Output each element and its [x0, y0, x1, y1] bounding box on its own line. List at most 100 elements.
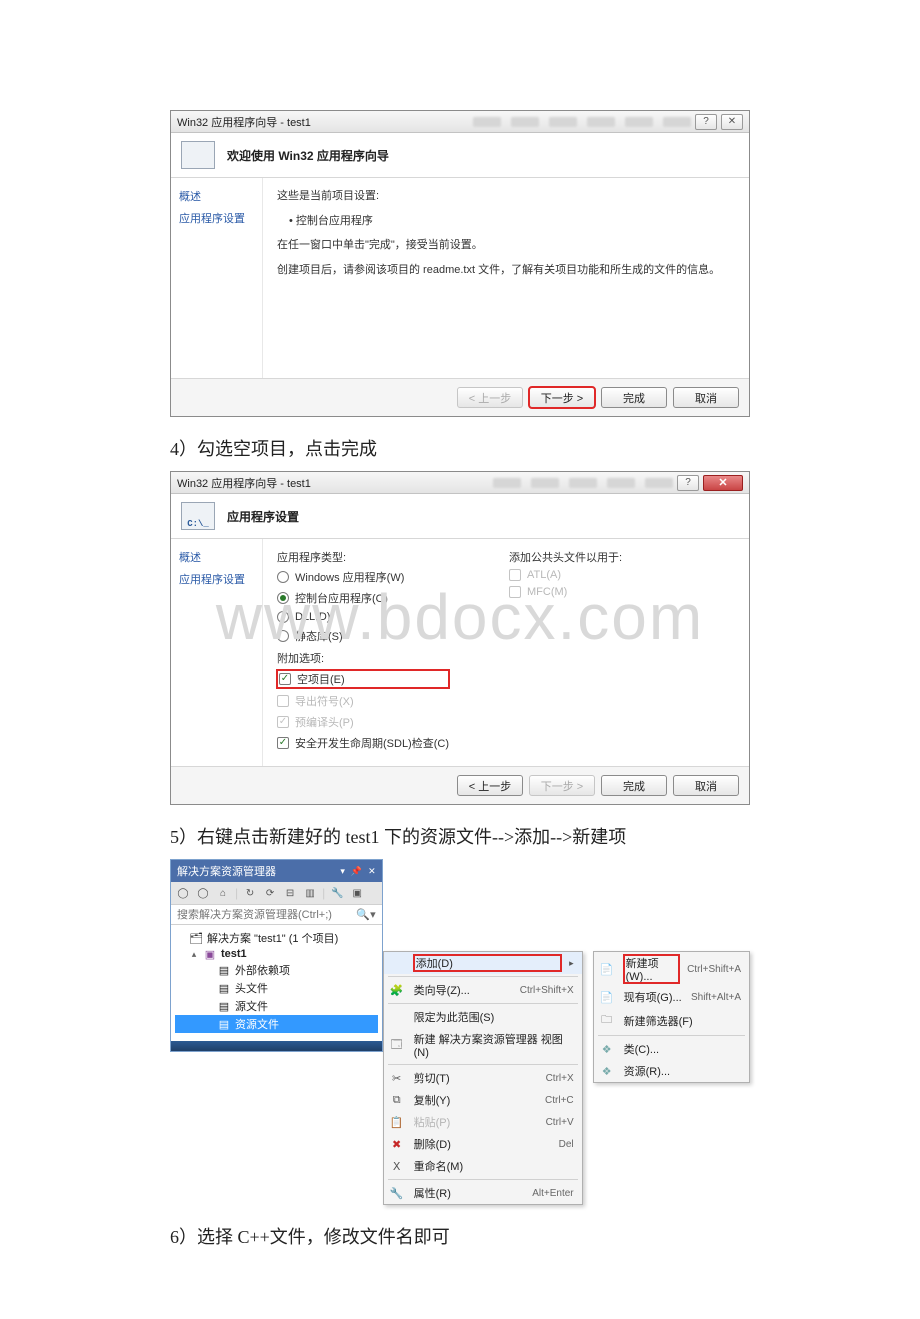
sidebar-overview[interactable]: 概述: [179, 188, 254, 204]
window-title: Win32 应用程序向导 - test1: [177, 114, 311, 130]
titlebar-blur: [607, 478, 635, 488]
menu-add[interactable]: 添加(D)▸: [384, 952, 582, 974]
left-col: 应用程序类型: Windows 应用程序(W) 控制台应用程序(O) DLL(D…: [277, 549, 449, 756]
collapse-icon[interactable]: ⊟: [282, 885, 298, 901]
wizard-dialog-settings: Win32 应用程序向导 - test1 ? ✕ C:\_ 应用程序设置 概述 …: [170, 471, 750, 805]
menu-cut[interactable]: ✂剪切(T)Ctrl+X: [384, 1067, 582, 1089]
help-button[interactable]: ?: [695, 114, 717, 130]
titlebar-blur: [549, 117, 577, 127]
wizard-dialog-welcome: Win32 应用程序向导 - test1 ? ✕ 欢迎使用 Win32 应用程序…: [170, 110, 750, 417]
context-menu-add-submenu: 📄新建项(W)...Ctrl+Shift+A 📄现有项(G)...Shift+A…: [593, 951, 750, 1083]
close-button[interactable]: ✕: [703, 475, 743, 491]
menu-copy[interactable]: ⧉复制(Y)Ctrl+C: [384, 1089, 582, 1111]
prev-button[interactable]: < 上一步: [457, 775, 523, 796]
step-6-caption: 6）选择 C++文件，修改文件名即可: [170, 1223, 750, 1249]
sidebar-overview[interactable]: 概述: [179, 549, 254, 565]
panel-toolbar: ◯ ◯ ⌂ | ↻ ⟳ ⊟ ▥ | 🔧 ▣: [171, 882, 382, 904]
checkbox-precompiled-header: ✓预编译头(P): [277, 714, 449, 730]
radio-console-app[interactable]: 控制台应用程序(O): [277, 590, 449, 606]
step-5-caption: 5）右键点击新建好的 test1 下的资源文件-->添加-->新建项: [170, 823, 750, 849]
home-icon[interactable]: ⌂: [215, 885, 231, 901]
sidebar-app-settings[interactable]: 应用程序设置: [179, 210, 254, 226]
menu-new-filter[interactable]: 🗀新建筛选器(F): [594, 1008, 749, 1033]
tree-sources[interactable]: ▤源文件: [175, 997, 378, 1015]
search-icon[interactable]: 🔍▾: [356, 908, 375, 921]
wizard-icon: [181, 141, 215, 169]
menu-resource[interactable]: ❖资源(R)...: [594, 1060, 749, 1082]
dialog-header: C:\_ 应用程序设置: [171, 494, 749, 539]
tree-resources[interactable]: ▤资源文件: [175, 1015, 378, 1033]
sync-icon[interactable]: ↻: [242, 885, 258, 901]
dialog-header: 欢迎使用 Win32 应用程序向导: [171, 133, 749, 178]
tree-solution[interactable]: 🗂解决方案 "test1" (1 个项目): [175, 929, 378, 947]
titlebar: Win32 应用程序向导 - test1 ? ✕: [171, 472, 749, 494]
checkbox-sdl[interactable]: ✓安全开发生命周期(SDL)检查(C): [277, 735, 449, 751]
radio-dll[interactable]: DLL(D): [277, 611, 449, 623]
finish-button[interactable]: 完成: [601, 387, 667, 408]
radio-windows-app[interactable]: Windows 应用程序(W): [277, 569, 449, 585]
solution-explorer-panel: 解决方案资源管理器 ▾ 📌 ✕ ◯ ◯ ⌂ | ↻ ⟳ ⊟ ▥ | 🔧 ▣ 🔍▾: [170, 859, 383, 1052]
panel-title: 解决方案资源管理器 ▾ 📌 ✕: [171, 860, 382, 882]
cancel-button[interactable]: 取消: [673, 775, 739, 796]
back-icon[interactable]: ◯: [175, 885, 191, 901]
console-icon: C:\_: [181, 502, 215, 530]
sidebar-app-settings[interactable]: 应用程序设置: [179, 571, 254, 587]
checkbox-empty-project[interactable]: ✓空项目(E): [277, 670, 449, 688]
titlebar-blur: [587, 117, 615, 127]
tree-project[interactable]: ▴▣test1: [175, 947, 378, 961]
menu-class[interactable]: ❖类(C)...: [594, 1038, 749, 1060]
menu-new-item[interactable]: 📄新建项(W)...Ctrl+Shift+A: [594, 952, 749, 986]
dialog-sidebar: 概述 应用程序设置: [171, 539, 263, 766]
panel-edge: [171, 1041, 382, 1051]
titlebar-blur: [663, 117, 691, 127]
context-menu-primary: 添加(D)▸ 🧩类向导(Z)...Ctrl+Shift+X 限定为此范围(S) …: [383, 951, 583, 1205]
menu-new-sln-view[interactable]: 🗔新建 解决方案资源管理器 视图(N): [384, 1028, 582, 1062]
menu-scope[interactable]: 限定为此范围(S): [384, 1006, 582, 1028]
checkbox-export-symbols: 导出符号(X): [277, 693, 449, 709]
app-type-label: 应用程序类型:: [277, 549, 449, 565]
dialog-content: 应用程序类型: Windows 应用程序(W) 控制台应用程序(O) DLL(D…: [263, 539, 749, 766]
showall-icon[interactable]: ▥: [302, 885, 318, 901]
menu-existing-item[interactable]: 📄现有项(G)...Shift+Alt+A: [594, 986, 749, 1008]
content-line: 创建项目后，请参阅该项目的 readme.txt 文件，了解有关项目功能和所生成…: [277, 262, 735, 279]
cancel-button[interactable]: 取消: [673, 387, 739, 408]
content-line: 这些是当前项目设置:: [277, 188, 735, 205]
dialog-sidebar: 概述 应用程序设置: [171, 178, 263, 378]
dialog-content: 这些是当前项目设置: • 控制台应用程序 在任一窗口中单击"完成"，接受当前设置…: [263, 178, 749, 378]
window-title: Win32 应用程序向导 - test1: [177, 475, 311, 491]
dialog-header-title: 欢迎使用 Win32 应用程序向导: [227, 147, 389, 164]
tree-ext-deps[interactable]: ▤外部依赖项: [175, 961, 378, 979]
next-button[interactable]: 下一步 >: [529, 387, 595, 408]
refresh-icon[interactable]: ⟳: [262, 885, 278, 901]
close-icon[interactable]: ✕: [368, 866, 376, 877]
search-box[interactable]: 🔍▾: [171, 904, 382, 925]
titlebar: Win32 应用程序向导 - test1 ? ✕: [171, 111, 749, 133]
help-button[interactable]: ?: [677, 475, 699, 491]
finish-button[interactable]: 完成: [601, 775, 667, 796]
step-4-caption: 4）勾选空项目，点击完成: [170, 435, 750, 461]
content-bullet: • 控制台应用程序: [277, 213, 735, 230]
titlebar-blur: [625, 117, 653, 127]
pin-icon[interactable]: 📌: [351, 866, 362, 877]
menu-delete[interactable]: ✖删除(D)Del: [384, 1133, 582, 1155]
menu-rename[interactable]: Ⅹ重命名(M): [384, 1155, 582, 1177]
menu-properties[interactable]: 🔧属性(R)Alt+Enter: [384, 1182, 582, 1204]
properties-icon[interactable]: 🔧: [329, 885, 345, 901]
solution-tree: 🗂解决方案 "test1" (1 个项目) ▴▣test1 ▤外部依赖项 ▤头文…: [171, 925, 382, 1041]
search-input[interactable]: [177, 909, 356, 921]
titlebar-blur: [493, 478, 521, 488]
right-col: 添加公共头文件以用于: ATL(A) MFC(M): [509, 549, 622, 756]
dropdown-icon[interactable]: ▾: [340, 866, 345, 877]
preview-icon[interactable]: ▣: [349, 885, 365, 901]
dialog-header-title: 应用程序设置: [227, 508, 299, 525]
titlebar-blur: [511, 117, 539, 127]
checkbox-mfc: MFC(M): [509, 586, 622, 598]
menu-class-wizard[interactable]: 🧩类向导(Z)...Ctrl+Shift+X: [384, 979, 582, 1001]
next-button: 下一步 >: [529, 775, 595, 796]
forward-icon[interactable]: ◯: [195, 885, 211, 901]
radio-static-lib[interactable]: 静态库(S): [277, 628, 449, 644]
additional-options-label: 附加选项:: [277, 650, 449, 666]
tree-headers[interactable]: ▤头文件: [175, 979, 378, 997]
common-headers-label: 添加公共头文件以用于:: [509, 549, 622, 565]
close-button[interactable]: ✕: [721, 114, 743, 130]
